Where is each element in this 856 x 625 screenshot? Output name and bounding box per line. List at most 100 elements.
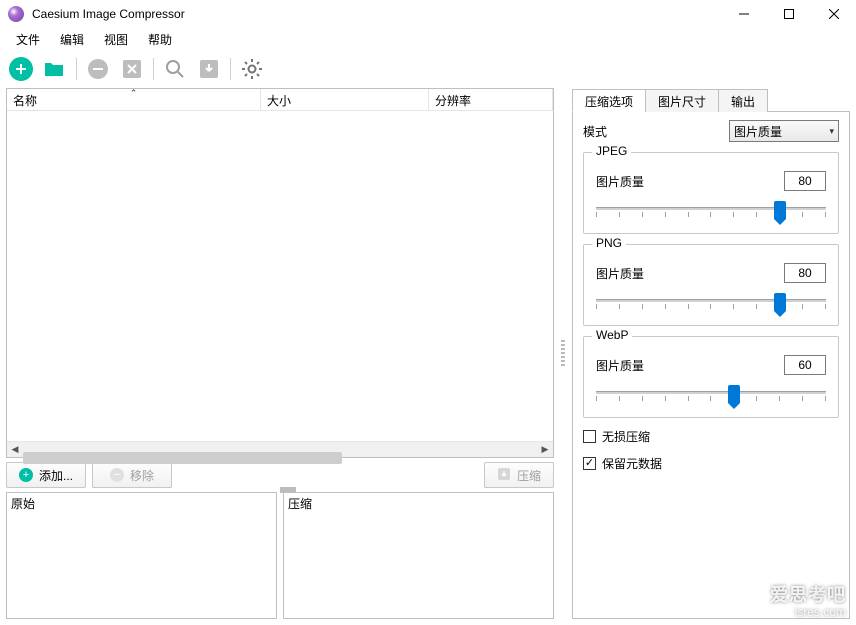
- png-group: PNG 图片质量: [583, 244, 839, 326]
- slider-ticks: [596, 212, 826, 218]
- file-list[interactable]: 名称 ⌃ 大小 分辨率 ◀ ▶: [6, 88, 554, 458]
- mode-row: 模式 图片质量 ▾: [583, 120, 839, 142]
- jpeg-group: JPEG 图片质量: [583, 152, 839, 234]
- close-icon: [829, 9, 839, 19]
- column-name-label: 名称: [13, 94, 37, 108]
- column-size[interactable]: 大小: [261, 89, 429, 110]
- jpeg-group-title: JPEG: [592, 144, 631, 158]
- vertical-splitter[interactable]: [560, 88, 566, 619]
- webp-group-title: WebP: [592, 328, 632, 342]
- webp-quality-input[interactable]: [784, 355, 826, 375]
- webp-quality-label: 图片质量: [596, 357, 644, 374]
- jpeg-quality-row: 图片质量: [596, 171, 826, 191]
- lossless-checkbox[interactable]: [583, 430, 596, 443]
- content-area: 名称 ⌃ 大小 分辨率 ◀ ▶ +: [0, 88, 856, 625]
- menu-edit[interactable]: 编辑: [50, 29, 94, 50]
- column-name[interactable]: 名称 ⌃: [7, 89, 261, 110]
- minimize-button[interactable]: [721, 0, 766, 28]
- clear-list-button[interactable]: [119, 56, 145, 82]
- search-icon: [164, 58, 186, 80]
- toolbar-divider: [153, 58, 154, 80]
- column-resolution-label: 分辨率: [435, 94, 471, 108]
- compress-button[interactable]: 压缩: [484, 462, 554, 488]
- remove-item-button[interactable]: [85, 56, 111, 82]
- jpeg-quality-slider[interactable]: [596, 201, 826, 221]
- webp-quality-slider[interactable]: [596, 385, 826, 405]
- gear-icon: [241, 58, 263, 80]
- webp-group: WebP 图片质量: [583, 336, 839, 418]
- lossless-checkbox-row[interactable]: 无损压缩: [583, 428, 839, 445]
- keep-metadata-checkbox-row[interactable]: ✓ 保留元数据: [583, 455, 839, 472]
- close-button[interactable]: [811, 0, 856, 28]
- minimize-icon: [739, 9, 749, 19]
- column-resolution[interactable]: 分辨率: [429, 89, 553, 110]
- scroll-left-icon[interactable]: ◀: [7, 442, 23, 458]
- clear-box-icon: [121, 58, 143, 80]
- jpeg-quality-input[interactable]: [784, 171, 826, 191]
- original-preview-body: [7, 514, 276, 618]
- remove-button-label: 移除: [130, 467, 154, 484]
- slider-ticks: [596, 396, 826, 402]
- tabs: 压缩选项 图片尺寸 输出: [572, 88, 850, 112]
- png-quality-label: 图片质量: [596, 265, 644, 282]
- compress-toolbar-button[interactable]: [196, 56, 222, 82]
- png-quality-slider[interactable]: [596, 293, 826, 313]
- lossless-label: 无损压缩: [602, 428, 650, 445]
- compression-panel: 模式 图片质量 ▾ JPEG 图片质量: [572, 112, 850, 619]
- slider-thumb[interactable]: [774, 201, 786, 219]
- slider-thumb[interactable]: [728, 385, 740, 403]
- menu-view[interactable]: 视图: [94, 29, 138, 50]
- menu-file[interactable]: 文件: [6, 29, 50, 50]
- open-folder-button[interactable]: [42, 56, 68, 82]
- slider-thumb[interactable]: [774, 293, 786, 311]
- preview-button[interactable]: [162, 56, 188, 82]
- maximize-icon: [784, 9, 794, 19]
- file-list-body[interactable]: [7, 111, 553, 441]
- compress-icon: [497, 467, 511, 484]
- minus-icon: −: [110, 468, 124, 482]
- slider-track: [596, 299, 826, 302]
- horizontal-scrollbar[interactable]: ◀ ▶: [7, 441, 553, 457]
- slider-track: [596, 207, 826, 210]
- right-panel: 压缩选项 图片尺寸 输出 模式 图片质量 ▾ JPEG 图片质量: [572, 88, 850, 619]
- png-quality-input[interactable]: [784, 263, 826, 283]
- maximize-button[interactable]: [766, 0, 811, 28]
- scroll-right-icon[interactable]: ▶: [537, 442, 553, 458]
- add-files-button[interactable]: [8, 56, 34, 82]
- slider-track: [596, 391, 826, 394]
- tab-image-size[interactable]: 图片尺寸: [645, 89, 719, 112]
- tab-compression[interactable]: 压缩选项: [572, 89, 646, 112]
- mode-select[interactable]: 图片质量 ▾: [729, 120, 839, 142]
- keep-metadata-checkbox[interactable]: ✓: [583, 457, 596, 470]
- toolbar-divider: [76, 58, 77, 80]
- app-icon: [8, 6, 24, 22]
- compressed-preview-body: [284, 514, 553, 618]
- folder-icon: [43, 59, 67, 79]
- jpeg-quality-label: 图片质量: [596, 173, 644, 190]
- chevron-down-icon: ▾: [829, 126, 834, 137]
- compressed-preview: 压缩: [283, 492, 554, 619]
- action-bar: + 添加... − 移除 压缩: [6, 462, 554, 488]
- tab-output[interactable]: 输出: [718, 89, 768, 112]
- mode-select-value: 图片质量: [734, 123, 782, 140]
- toolbar-divider: [230, 58, 231, 80]
- scroll-thumb[interactable]: [23, 452, 342, 464]
- titlebar: Caesium Image Compressor: [0, 0, 856, 28]
- png-group-title: PNG: [592, 236, 626, 250]
- remove-button[interactable]: − 移除: [92, 462, 172, 488]
- sort-indicator-icon: ⌃: [130, 88, 138, 99]
- menubar: 文件 编辑 视图 帮助: [0, 28, 856, 50]
- menu-help[interactable]: 帮助: [138, 29, 182, 50]
- settings-button[interactable]: [239, 56, 265, 82]
- window-controls: [721, 0, 856, 28]
- original-preview: 原始: [6, 492, 277, 619]
- preview-row: 原始 压缩: [6, 492, 554, 619]
- mode-label: 模式: [583, 123, 721, 140]
- add-button-label: 添加...: [39, 467, 73, 484]
- splitter-handle[interactable]: [280, 487, 296, 493]
- slider-ticks: [596, 304, 826, 310]
- plus-icon: +: [19, 468, 33, 482]
- add-button[interactable]: + 添加...: [6, 462, 86, 488]
- keep-metadata-label: 保留元数据: [602, 455, 662, 472]
- original-preview-label: 原始: [7, 493, 276, 514]
